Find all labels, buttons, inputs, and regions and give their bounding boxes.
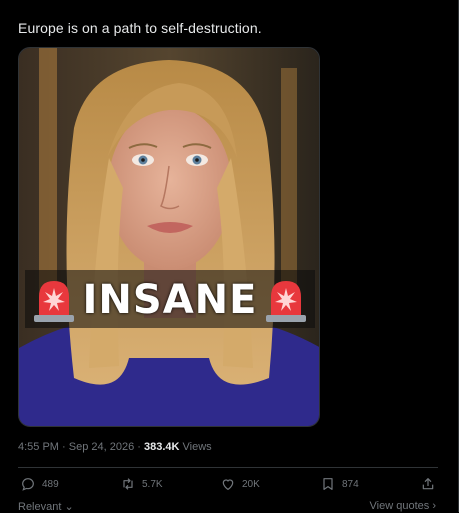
- tweet-media[interactable]: INSANE: [18, 47, 320, 427]
- view-quotes-label: View quotes: [369, 500, 430, 512]
- tweet-text: Europe is on a path to self-destruction.: [18, 20, 262, 36]
- insane-text: INSANE: [82, 277, 258, 323]
- tweet-meta: 4:55 PM · Sep 24, 2026 · 383.4K Views: [18, 441, 212, 453]
- meta-separator-2: ·: [134, 441, 144, 453]
- insane-caption: INSANE: [19, 272, 319, 328]
- video-thumbnail: [19, 48, 319, 426]
- chevron-right-icon: ›: [432, 500, 436, 512]
- retweet-count: 5.7K: [142, 478, 163, 490]
- bookmark-icon: [323, 478, 333, 490]
- like-count: 20K: [242, 478, 260, 490]
- siren-emoji-left: [33, 281, 74, 322]
- divider: [18, 467, 438, 468]
- action-bar: 489 5.7K 20K 874: [0, 476, 459, 498]
- relevant-label: Relevant: [18, 501, 62, 513]
- bookmark-count: 874: [342, 478, 359, 490]
- tweet-time[interactable]: 4:55 PM: [18, 441, 59, 453]
- tweet-date[interactable]: Sep 24, 2026: [69, 441, 134, 453]
- reply-footer: Relevant ⌄ View quotes ›: [0, 500, 459, 513]
- heart-icon: [222, 479, 234, 491]
- meta-separator: ·: [58, 441, 69, 453]
- siren-emoji-right: [266, 281, 307, 322]
- retweet-button[interactable]: 5.7K: [120, 476, 163, 492]
- reply-count: 489: [42, 478, 59, 490]
- share-button[interactable]: [420, 476, 436, 492]
- sort-relevant-button[interactable]: Relevant ⌄: [18, 500, 74, 513]
- views-count[interactable]: 383.4K: [144, 441, 179, 453]
- view-quotes-link[interactable]: View quotes ›: [370, 500, 436, 512]
- like-button[interactable]: 20K: [220, 476, 260, 492]
- reply-button[interactable]: 489: [20, 476, 59, 492]
- retweet-icon: [123, 478, 133, 490]
- share-icon: [422, 478, 434, 490]
- views-label: Views: [179, 441, 212, 453]
- bookmark-button[interactable]: 874: [320, 476, 359, 492]
- reply-icon: [22, 478, 34, 491]
- chevron-down-icon: ⌄: [64, 501, 74, 513]
